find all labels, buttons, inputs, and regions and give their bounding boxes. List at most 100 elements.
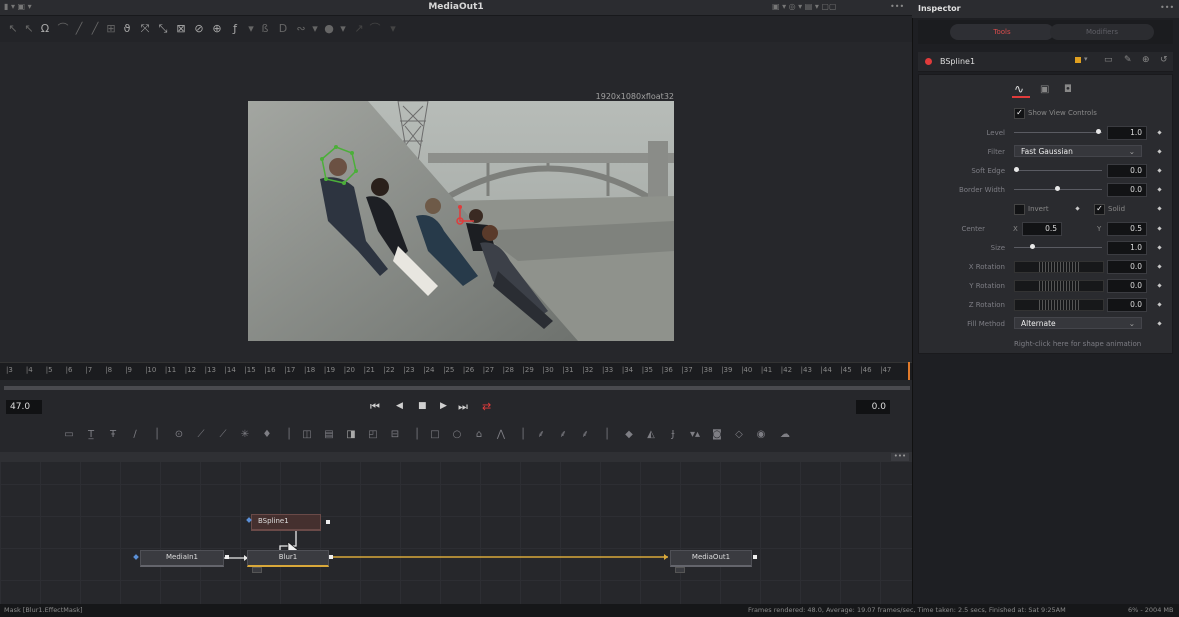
text3d-tool-icon[interactable]: Ŧ (106, 428, 120, 442)
bspline-tool-icon[interactable]: Ω (38, 22, 52, 36)
versions-icon[interactable]: ▭ (1104, 55, 1113, 65)
node-blur1[interactable]: Blur1 (247, 550, 329, 567)
image-plane-icon[interactable]: ◇ (732, 428, 746, 442)
step-back-button[interactable]: ◀ (396, 401, 403, 411)
play-button[interactable]: ▶ (440, 401, 447, 411)
viewer-controls-icon[interactable]: ▣ ▾ ◎ ▾ ▤ ▾ ▢▢ (772, 2, 837, 11)
fog3d-icon[interactable]: ☁ (778, 428, 792, 442)
channel-tool-icon[interactable]: ▤ (322, 428, 336, 442)
particle-emitter-icon[interactable]: ⸙ (534, 428, 548, 442)
mediaout1-output-icon[interactable] (753, 555, 757, 559)
curves-tool-icon[interactable]: ⟋ (194, 428, 208, 442)
viewer-image[interactable] (248, 101, 674, 341)
node-icon[interactable]: ϑ (120, 22, 134, 36)
text3d-icon[interactable]: ◉ (754, 428, 768, 442)
reduce-icon[interactable]: ⊠ (174, 22, 188, 36)
polyline-select-icon[interactable]: ↖ (22, 22, 36, 36)
level-value[interactable]: 1.0 (1107, 126, 1147, 140)
publish-icon[interactable]: ƒ (228, 22, 242, 36)
center-y-value[interactable]: 0.5 (1107, 222, 1147, 236)
z-rotation-thumbwheel[interactable] (1014, 299, 1104, 311)
node-mediain1[interactable]: MediaIn1 (140, 550, 224, 567)
go-to-end-button[interactable]: ⏭ (458, 400, 468, 414)
center-x-value[interactable]: 0.5 (1022, 222, 1062, 236)
merge3d-icon[interactable]: ▾▴ (688, 428, 702, 442)
current-frame-field[interactable]: 47.0 (6, 400, 42, 414)
blur1-mask-input-icon[interactable] (252, 567, 262, 573)
blur-tool-icon[interactable]: ♦ (260, 428, 274, 442)
solid-checkbox[interactable]: ✓ (1094, 204, 1105, 215)
playhead[interactable] (908, 362, 910, 380)
reset-icon[interactable]: ↺ (1160, 55, 1168, 65)
stop-button[interactable]: ■ (418, 401, 427, 411)
z-rotation-value[interactable]: 0.0 (1107, 298, 1147, 312)
node-color-dropdown-icon[interactable]: ▾ (1084, 55, 1088, 63)
soft-edge-slider-knob[interactable] (1014, 167, 1019, 172)
loop-button[interactable]: ⇄ (482, 400, 491, 413)
shape3d-icon[interactable]: ◆ (622, 428, 636, 442)
paint-tool-icon[interactable]: ∕ (128, 428, 142, 442)
background-tool-icon[interactable]: ▭ (62, 428, 76, 442)
grid-icon[interactable]: ⊞ (104, 22, 118, 36)
invert-checkbox[interactable] (1014, 204, 1025, 215)
tab-modifiers[interactable]: Modifiers (1050, 24, 1154, 40)
light3d-icon[interactable]: Ɉ (666, 428, 680, 442)
go-to-start-button[interactable]: ⏮ (370, 400, 380, 414)
text-tool-icon[interactable]: T̲ (84, 428, 98, 442)
settings-tab-icon[interactable]: ◘ (1064, 84, 1072, 95)
node-enable-icon[interactable] (925, 58, 932, 65)
wave-icon[interactable]: ∾ (294, 22, 308, 36)
curve-icon[interactable]: ⌒ (56, 22, 70, 36)
bspline1-output-icon[interactable] (326, 520, 330, 524)
polyline-icon[interactable]: ↖ (6, 22, 20, 36)
inspector-menu-button[interactable]: ••• (1160, 3, 1174, 12)
delete-point-icon[interactable]: ⊘ (192, 22, 206, 36)
soft-edge-value[interactable]: 0.0 (1107, 164, 1147, 178)
filter-dropdown[interactable]: Fast Gaussian ⌄ (1014, 145, 1142, 157)
dropdown-icon[interactable]: ▾ (244, 22, 258, 36)
brightness-tool-icon[interactable]: ⟋ (216, 428, 230, 442)
curve2-icon[interactable]: ⌒ (368, 22, 382, 36)
keyframe-icon[interactable]: D (276, 22, 290, 36)
dropdown-icon[interactable]: ▾ (336, 22, 350, 36)
y-rotation-thumbwheel[interactable] (1014, 280, 1104, 292)
shape-animation-hint[interactable]: Right-click here for shape animation (1014, 340, 1141, 348)
line-tool-icon[interactable]: ╱ (88, 22, 102, 36)
shape-icon[interactable]: ⊕ (210, 22, 224, 36)
fill-method-dropdown[interactable]: Alternate ⌄ (1014, 317, 1142, 329)
smooth-icon[interactable]: ⤧ (138, 22, 152, 36)
timeline-ruler[interactable] (0, 362, 912, 380)
x-rotation-thumbwheel[interactable] (1014, 261, 1104, 273)
polygon-mask-icon[interactable]: ⌂ (472, 428, 486, 442)
glow-tool-icon[interactable]: ✳ (238, 428, 252, 442)
viewer-menu-button[interactable]: ••• (890, 2, 904, 11)
lock-icon[interactable]: ⊕ (1142, 55, 1150, 65)
border-width-value[interactable]: 0.0 (1107, 183, 1147, 197)
tab-tools[interactable]: Tools (950, 24, 1054, 40)
blur1-output-icon[interactable] (329, 555, 333, 559)
transform-tool-icon[interactable]: ⊟ (388, 428, 402, 442)
image-tab-icon[interactable]: ▣ (1040, 84, 1049, 95)
node-mediaout1[interactable]: MediaOut1 (670, 550, 752, 567)
size-slider[interactable] (1014, 247, 1102, 248)
color-tool-icon[interactable]: ⊙ (172, 428, 186, 442)
end-value-field[interactable]: 0.0 (856, 400, 890, 414)
bspline-mask-icon[interactable]: ⋀ (494, 428, 508, 442)
controls-tab-icon[interactable]: ∿ (1014, 82, 1024, 96)
pin-icon[interactable]: ✎ (1124, 55, 1132, 65)
size-slider-knob[interactable] (1030, 244, 1035, 249)
border-width-slider-knob[interactable] (1055, 186, 1060, 191)
dropdown-icon[interactable]: ▾ (308, 22, 322, 36)
dropdown-icon[interactable]: ▾ (386, 22, 400, 36)
rectangle-mask-icon[interactable]: □ (428, 428, 442, 442)
level-slider[interactable] (1014, 132, 1102, 133)
transform-icon[interactable]: ⤡ (156, 22, 170, 36)
node-bspline1[interactable]: BSpline1 (251, 514, 321, 531)
renderer3d-icon[interactable]: ◙ (710, 428, 724, 442)
node-color-icon[interactable] (1075, 57, 1081, 63)
mediaout1-view-icon[interactable] (675, 567, 685, 573)
y-rotation-value[interactable]: 0.0 (1107, 279, 1147, 293)
dot-icon[interactable]: ● (322, 22, 336, 36)
line-icon[interactable]: ╱ (72, 22, 86, 36)
mask-tool-icon[interactable]: ◰ (366, 428, 380, 442)
